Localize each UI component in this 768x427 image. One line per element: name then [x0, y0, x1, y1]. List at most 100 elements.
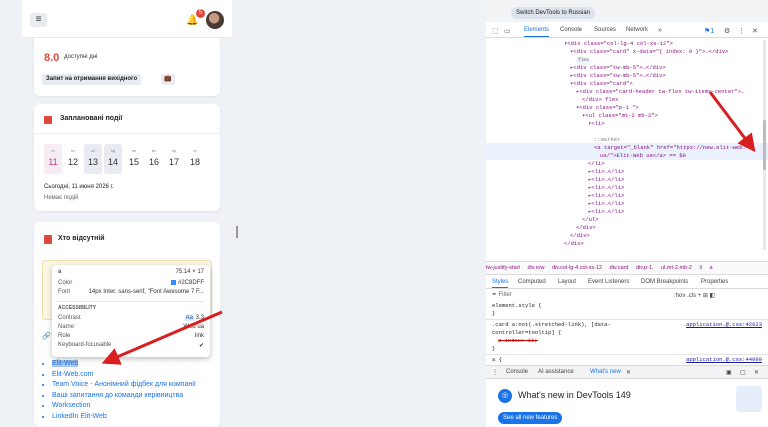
tab-dom-breakpoints[interactable]: DOM Breakpoints: [641, 279, 688, 285]
dom-line[interactable]: </ul>: [582, 216, 599, 224]
day-cell[interactable]: пн 15: [125, 144, 143, 174]
breadcrumb-item[interactable]: li: [700, 265, 702, 271]
avatar[interactable]: [206, 11, 224, 29]
rule-selector[interactable]: element.style {: [492, 302, 542, 310]
gear-icon[interactable]: ⚙: [724, 27, 730, 35]
list-item[interactable]: Elit-Web.com: [52, 371, 196, 382]
day-cell[interactable]: ср 17: [165, 144, 183, 174]
tab-layout[interactable]: Layout: [558, 279, 576, 285]
rule-property-overridden[interactable]: z-index: 11;: [498, 337, 538, 345]
dom-line[interactable]: ▸<li>…</li>: [588, 168, 624, 176]
dom-line-selected[interactable]: <a target="_blank" href="https://new.eli…: [594, 144, 746, 152]
dom-line[interactable]: ▸<div class="card-header tw-flex tw-item…: [576, 88, 744, 96]
breadcrumb-item[interactable]: div.col-lg-4.col-xs-12: [552, 265, 602, 271]
more-tabs-icon[interactable]: »: [658, 27, 662, 34]
rule-selector[interactable]: controller=tooltip] {: [492, 329, 561, 337]
day-number: 15: [128, 157, 139, 167]
list-item[interactable]: Ваші запитання до команди керівництва: [52, 392, 196, 403]
styles-toolbar[interactable]: :hov .cls + ⊞ ◧: [674, 292, 715, 299]
link-worksection[interactable]: Worksection: [52, 402, 90, 409]
breadcrumb-item[interactable]: div.p-1.: [636, 265, 654, 271]
tab-sources[interactable]: Sources: [594, 27, 616, 33]
dom-line[interactable]: </div>: [564, 240, 584, 248]
dom-line[interactable]: ▸<li>…</li>: [588, 184, 624, 192]
kebab-menu-icon[interactable]: ⋮: [738, 27, 745, 35]
dom-line[interactable]: ::marker: [594, 136, 620, 144]
devtools-tabbar: ⬚ ▭ Elements Console Sources Network » ⚑…: [486, 24, 768, 38]
list-item[interactable]: Team Voice - Анонімний фідбек для компан…: [52, 381, 196, 392]
dom-line-selected[interactable]: ua/">Elit-Web ua</a> == $0: [600, 152, 686, 160]
rule-source-link[interactable]: application.@.css:44090: [686, 356, 762, 363]
dom-line[interactable]: ▾<div class="card" x-data="{ index: 0 }"…: [570, 48, 728, 56]
list-item[interactable]: Worksection: [52, 402, 196, 413]
drawer-menu-icon[interactable]: ⋮: [492, 369, 498, 376]
breadcrumb-item[interactable]: ul.mt-2.mb-2: [661, 265, 692, 271]
tab-computed[interactable]: Computed: [518, 279, 546, 285]
dom-line[interactable]: </div>: [570, 232, 590, 240]
dom-line[interactable]: </li>: [588, 160, 605, 168]
request-leave-button[interactable]: Запит на отримання вихідного: [42, 74, 142, 85]
dom-line[interactable]: </div> flex: [582, 96, 618, 104]
drawer-tab-ai-assistance[interactable]: AI assistance: [538, 369, 574, 375]
dom-line[interactable]: ▸<li>…</li>: [588, 176, 624, 184]
dom-line[interactable]: ▾<div class="col-lg-4 col-xs-12">: [564, 40, 673, 48]
hamburger-menu-icon[interactable]: ≡: [30, 13, 47, 27]
link-elit-web-com[interactable]: Elit-Web.com: [52, 371, 94, 378]
link-team-voice[interactable]: Team Voice - Анонімний фідбек для компан…: [52, 381, 196, 388]
breadcrumb-item[interactable]: div.card: [610, 265, 629, 271]
rule-source-link[interactable]: application.@.css:42623: [686, 321, 762, 328]
tab-properties[interactable]: Properties: [701, 279, 728, 285]
day-cell[interactable]: вт 16: [145, 144, 163, 174]
link-management-questions[interactable]: Ваші запитання до команди керівництва: [52, 392, 183, 399]
breadcrumb-item[interactable]: div.row: [527, 265, 544, 271]
inspect-element-icon[interactable]: ⬚: [492, 27, 499, 35]
drawer-tab-whats-new[interactable]: What's new: [590, 369, 621, 375]
tab-styles[interactable]: Styles: [492, 279, 509, 288]
link-elit-web[interactable]: Elit-Web: [52, 360, 79, 367]
device-toolbar-icon[interactable]: ▭: [504, 27, 511, 35]
tab-elements[interactable]: Elements: [524, 27, 550, 37]
dom-line[interactable]: ▸<div class="tw-mb-5">…</div>: [570, 72, 666, 80]
dom-line[interactable]: ▸<li>…</li>: [588, 192, 624, 200]
rule-selector[interactable]: .card a:not(.stretched-link), [data-: [492, 321, 611, 329]
close-tab-icon[interactable]: ✕: [626, 369, 631, 376]
bell-icon[interactable]: 🔔: [186, 15, 198, 26]
tab-console[interactable]: Console: [560, 27, 582, 33]
close-drawer-icon[interactable]: ✕: [754, 369, 759, 376]
dom-line[interactable]: ▾<li>: [588, 120, 605, 128]
dom-line[interactable]: ▸<div class="tw-mb-5">…</div>: [570, 64, 666, 72]
dom-line[interactable]: ▾<ul class="mt-2 mb-2">: [582, 112, 658, 120]
day-number: 17: [168, 157, 179, 167]
switch-language-button[interactable]: Switch DevTools to Russian: [511, 7, 596, 19]
dom-scrollbar-thumb[interactable]: [763, 120, 766, 170]
briefcase-icon[interactable]: 💼: [161, 74, 175, 85]
breadcrumb-item[interactable]: tw-justify-start: [486, 265, 520, 271]
day-cell[interactable]: пт 12: [64, 144, 82, 174]
close-icon[interactable]: ✕: [752, 27, 758, 35]
see-all-features-button[interactable]: See all new features: [498, 412, 563, 424]
list-item[interactable]: Elit-Web: [52, 360, 196, 371]
day-cell[interactable]: нд 14: [104, 144, 122, 174]
styles-filter[interactable]: ⏷ Filter: [492, 292, 512, 299]
collapse-icon[interactable]: ▢: [740, 369, 746, 376]
chrome-devtools-logo-icon: ◎: [498, 389, 512, 403]
dom-line[interactable]: </div>: [576, 224, 596, 232]
panel-resize-handle[interactable]: [236, 226, 238, 238]
list-item[interactable]: LinkedIn Elit-Web: [52, 413, 196, 424]
dom-line[interactable]: ▸<li>…</li>: [588, 208, 624, 216]
day-cell[interactable]: чт 18: [186, 144, 204, 174]
tab-network[interactable]: Network: [626, 27, 648, 33]
dom-line[interactable]: ▸<li>…</li>: [588, 200, 624, 208]
tab-event-listeners[interactable]: Event Listeners: [588, 279, 629, 285]
dom-line[interactable]: ▾<div class="p-1 ">: [576, 104, 639, 112]
issues-icon[interactable]: ⚑1: [704, 27, 714, 35]
day-cell[interactable]: сб 13: [84, 144, 102, 174]
rule-selector[interactable]: a {: [492, 356, 502, 364]
day-name: чт: [193, 148, 197, 153]
breadcrumb-item[interactable]: a: [710, 265, 713, 271]
link-linkedin[interactable]: LinkedIn Elit-Web: [52, 413, 107, 420]
drawer-tab-console[interactable]: Console: [506, 369, 528, 375]
dom-line[interactable]: ▾<div class="card">: [570, 80, 633, 88]
dock-icon[interactable]: ▣: [726, 369, 732, 376]
day-cell[interactable]: чт 11: [44, 144, 62, 174]
